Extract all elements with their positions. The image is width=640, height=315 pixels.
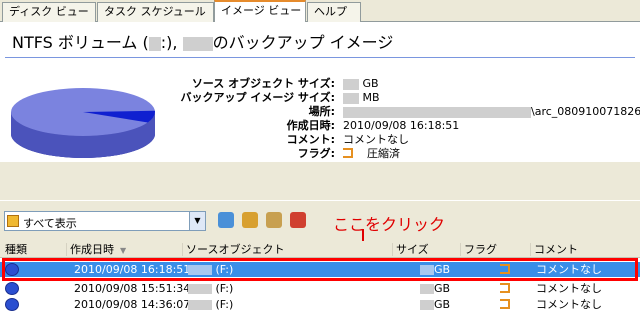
column-type[interactable]: 種類 bbox=[2, 243, 64, 256]
title-divider bbox=[5, 57, 635, 58]
row-date: 2010/09/08 14:36:07 bbox=[74, 298, 191, 311]
prop-value: 圧縮済 bbox=[343, 147, 400, 160]
redacted-volume-name bbox=[182, 36, 213, 51]
compressed-flag-icon bbox=[500, 283, 510, 293]
tab-label: イメージ ビュー bbox=[221, 4, 302, 17]
prop-flags: フラグ: 圧縮済 bbox=[0, 147, 640, 160]
click-here-annotation: ここをクリック bbox=[333, 215, 446, 234]
prop-label: フラグ: bbox=[297, 147, 335, 160]
prop-value: \arc_08091007182632 bbox=[343, 105, 640, 118]
redacted-value bbox=[188, 284, 212, 294]
column-size[interactable]: サイズ bbox=[392, 243, 460, 256]
filter-value: すべて表示 bbox=[23, 217, 77, 230]
prop-comment: コメント: コメントなし bbox=[0, 133, 640, 146]
restore-icon[interactable] bbox=[266, 212, 282, 228]
prop-label: バックアップ イメージ サイズ: bbox=[180, 91, 335, 104]
prop-value: 2010/09/08 16:18:51 bbox=[343, 119, 460, 132]
prop-value: GB bbox=[343, 77, 379, 90]
size-unit: GB bbox=[434, 298, 451, 311]
row-source: (F:) bbox=[188, 297, 233, 312]
tab-label: ヘルプ bbox=[314, 5, 347, 18]
compressed-flag-icon bbox=[343, 148, 353, 158]
row-size: GB bbox=[420, 297, 450, 312]
table-header: 種類 作成日時 ▼ ソースオブジェクト サイズ フラグ コメント bbox=[0, 241, 640, 258]
image-properties-panel: NTFS ボリューム (:), のバックアップ イメージ ソース オブジェクト … bbox=[0, 22, 640, 200]
title-prefix: NTFS ボリューム ( bbox=[12, 33, 149, 52]
sort-desc-icon: ▼ bbox=[120, 246, 127, 255]
backup-image-icon bbox=[5, 282, 19, 295]
source-drive: (F:) bbox=[215, 282, 234, 295]
redacted-value bbox=[343, 92, 359, 104]
tab-disk-view[interactable]: ディスク ビュー bbox=[2, 2, 96, 22]
redacted-value bbox=[420, 300, 434, 310]
unit-label: MB bbox=[362, 91, 380, 104]
folder-icon bbox=[7, 215, 19, 227]
chevron-down-icon[interactable]: ▼ bbox=[189, 212, 205, 230]
image-toolbar: すべて表示 ▼ bbox=[0, 201, 640, 241]
flag-text: 圧縮済 bbox=[367, 147, 400, 160]
tab-label: ディスク ビュー bbox=[9, 5, 89, 18]
tab-task-schedule[interactable]: タスク スケジュール bbox=[97, 2, 214, 22]
prop-label: 場所: bbox=[308, 105, 335, 118]
prop-label: 作成日時: bbox=[286, 119, 335, 132]
tab-label: タスク スケジュール bbox=[104, 5, 206, 18]
row-comment: コメントなし bbox=[536, 282, 602, 295]
size-unit: GB bbox=[434, 282, 451, 295]
column-comment[interactable]: コメント bbox=[530, 243, 640, 256]
tab-bar: ディスク ビュー タスク スケジュール イメージ ビュー ヘルプ bbox=[0, 0, 640, 23]
redacted-path bbox=[343, 106, 531, 118]
tab-image-view[interactable]: イメージ ビュー bbox=[214, 0, 306, 23]
settings-icon[interactable] bbox=[242, 212, 258, 228]
prop-label: ソース オブジェクト サイズ: bbox=[191, 77, 335, 90]
column-source[interactable]: ソースオブジェクト bbox=[182, 243, 392, 256]
tab-help[interactable]: ヘルプ bbox=[307, 2, 361, 22]
column-flags[interactable]: フラグ bbox=[460, 243, 530, 256]
column-created[interactable]: 作成日時 ▼ bbox=[66, 243, 182, 256]
row-comment: コメントなし bbox=[536, 298, 602, 311]
prop-source-size: ソース オブジェクト サイズ: GB bbox=[0, 77, 640, 90]
backup-image-icon bbox=[5, 298, 19, 311]
prop-location: 場所: \arc_08091007182632 bbox=[0, 105, 640, 118]
page-title: NTFS ボリューム (:), のバックアップ イメージ bbox=[12, 29, 393, 53]
prop-created: 作成日時: 2010/09/08 16:18:51 bbox=[0, 119, 640, 132]
title-suffix: のバックアップ イメージ bbox=[212, 33, 394, 52]
row-date: 2010/09/08 15:51:34 bbox=[74, 282, 191, 295]
table-row[interactable]: 2010/09/08 15:51:34 (F:) GB コメントなし bbox=[0, 281, 640, 296]
prop-value: コメントなし bbox=[343, 133, 409, 146]
selected-row-highlight bbox=[2, 258, 638, 281]
column-label: 作成日時 bbox=[70, 243, 114, 256]
table-row[interactable]: 2010/09/08 14:36:07 (F:) GB コメントなし bbox=[0, 297, 640, 312]
source-drive: (F:) bbox=[215, 298, 234, 311]
location-suffix: \arc_08091007182632 bbox=[531, 105, 640, 118]
delete-icon[interactable] bbox=[290, 212, 306, 228]
row-size: GB bbox=[420, 281, 450, 296]
unit-label: GB bbox=[362, 77, 379, 90]
prop-value: MB bbox=[343, 91, 380, 104]
title-mid: :), bbox=[160, 33, 178, 52]
redacted-value bbox=[188, 300, 212, 310]
redacted-drive-letter bbox=[148, 36, 161, 51]
compressed-flag-icon bbox=[500, 299, 510, 309]
filter-dropdown[interactable]: すべて表示 ▼ bbox=[4, 211, 206, 231]
row-source: (F:) bbox=[188, 281, 233, 296]
refresh-icon[interactable] bbox=[218, 212, 234, 228]
redacted-value bbox=[420, 284, 434, 294]
prop-backup-size: バックアップ イメージ サイズ: MB bbox=[0, 91, 640, 104]
prop-label: コメント: bbox=[286, 133, 335, 146]
redacted-value bbox=[343, 78, 359, 90]
